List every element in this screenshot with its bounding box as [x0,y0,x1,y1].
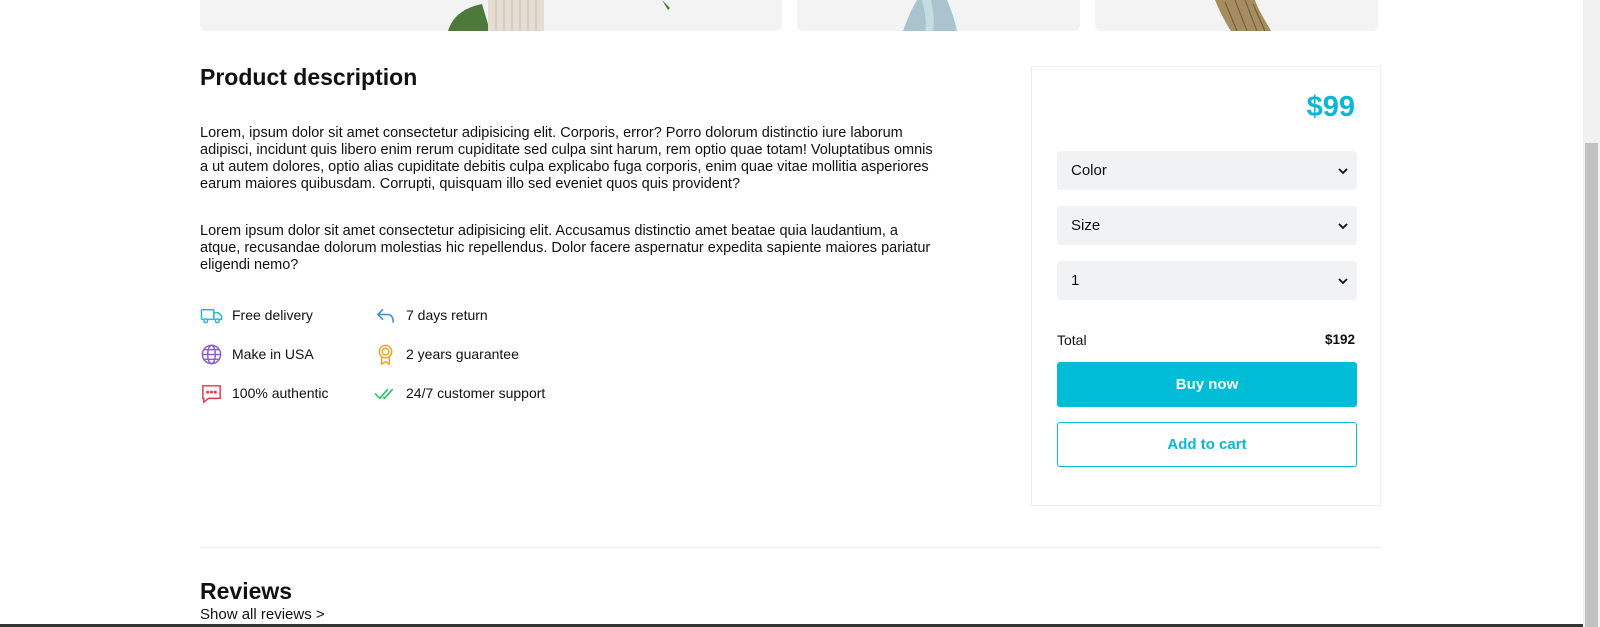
chevron-down-icon [1338,222,1348,229]
feature-support: 24/7 customer support [374,382,545,404]
chevron-down-icon [1338,277,1348,284]
show-all-reviews-link[interactable]: Show all reviews > [200,606,325,623]
size-select[interactable]: Size [1057,206,1357,245]
feature-label: 7 days return [406,307,488,323]
color-select[interactable]: Color [1057,151,1357,190]
vertical-scrollbar[interactable] [1583,0,1600,627]
reviews-title: Reviews [200,578,293,604]
scrollbar-thumb[interactable] [1585,143,1598,627]
feature-label: 24/7 customer support [406,385,546,401]
plant-vase-image[interactable] [200,0,782,31]
size-select-value: Size [1071,217,1101,234]
blue-vase-image[interactable] [797,0,1080,31]
feature-free-delivery: Free delivery [200,304,313,326]
quantity-select[interactable]: 1 [1057,261,1357,300]
dried-flowers-illustration [1215,0,1271,31]
price-label: $99 [1306,91,1355,123]
description-paragraph: Lorem ipsum dolor sit amet consectetur a… [200,223,931,273]
feature-authentic: 100% authentic [200,382,329,404]
feature-label: Free delivery [232,307,313,323]
feature-made-in-usa: Make in USA [200,343,314,365]
add-to-cart-button[interactable]: Add to cart [1057,422,1357,467]
feature-label: Make in USA [232,346,314,362]
double-check-icon [374,388,394,399]
blue-vase-illustration [903,0,957,31]
buy-now-button[interactable]: Buy now [1057,362,1357,407]
award-icon [378,344,393,365]
return-arrow-icon [376,308,394,323]
feature-label: 100% authentic [232,385,329,401]
dried-flowers-image[interactable] [1095,0,1378,31]
message-icon [202,384,221,404]
globe-icon [201,344,222,364]
purchase-panel: $99 Color Size 1 Total $192 Buy now Add … [1031,66,1381,506]
feature-return: 7 days return [374,304,488,326]
truck-icon [200,308,223,323]
color-select-value: Color [1071,162,1107,179]
section-divider [200,547,1382,548]
plant-vase-illustration [448,0,670,31]
feature-label: 2 years guarantee [406,346,519,362]
page-title: Product description [200,64,418,90]
total-value: $192 [1324,332,1355,347]
chevron-down-icon [1338,167,1348,174]
total-label: Total [1057,332,1087,348]
quantity-select-value: 1 [1071,272,1080,289]
description-paragraph: Lorem, ipsum dolor sit amet consectetur … [200,125,933,192]
feature-guarantee: 2 years guarantee [374,343,519,365]
